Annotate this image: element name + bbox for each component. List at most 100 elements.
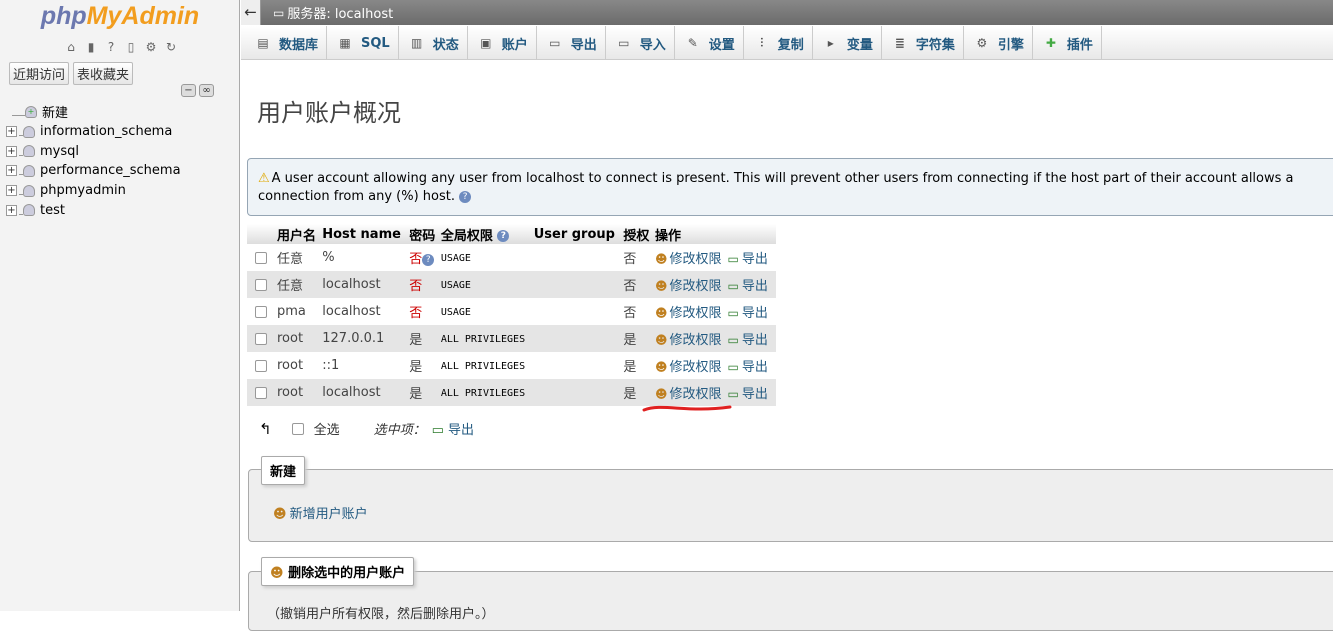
tab-accounts[interactable]: ▣ 账户 [468,26,537,60]
row-checkbox[interactable] [255,305,267,318]
expand-icon[interactable]: + [6,204,17,216]
help-icon[interactable]: ? [459,190,472,203]
help-icon[interactable]: ? [422,253,435,266]
recent-button[interactable]: 近期访问 [9,62,70,85]
settings-icon[interactable]: ⚙ [143,39,159,55]
tab-engines[interactable]: ⚙ 引擎 [964,26,1033,60]
column-header-label: 全局权限 [440,228,493,244]
expand-icon[interactable]: + [6,145,17,157]
privileges-value: ALL PRIVILEGES [440,334,526,345]
select-all-label[interactable]: 全选 [314,419,340,438]
password-cell: 否 [407,298,439,325]
tab-databases[interactable]: ▤ 数据库 [245,26,328,60]
edit-privileges-link[interactable]: ☻ 修改权限 [655,279,722,294]
row-select-cell [247,244,275,271]
link-with-main-icon[interactable]: ∞ [199,84,214,97]
row-checkbox[interactable] [255,359,267,372]
tree-node-database[interactable]: + test [6,200,236,220]
database-icon [23,204,35,217]
tab-sql[interactable]: ▦ SQL [327,26,399,60]
import-icon: ▭ [618,36,630,50]
docs-icon[interactable]: ▯ [123,39,139,55]
action-cell: ☻ 修改权限 ▭ 导出 [652,298,776,325]
edit-privileges-link[interactable]: ☻ 修改权限 [655,252,722,267]
tab-export[interactable]: ▭ 导出 [537,26,606,60]
export-user-link[interactable]: ▭ 导出 [722,333,768,348]
privileges-value: ALL PRIVILEGES [440,361,526,372]
export-icon: ▭ [431,423,444,438]
edit-privileges-label: 修改权限 [669,333,722,348]
server-breadcrumb[interactable]: 服务器: localhost [287,3,393,22]
back-arrow-icon[interactable]: ← [241,0,261,25]
edit-privileges-link[interactable]: ☻ 修改权限 [655,360,722,375]
expand-icon[interactable]: + [6,165,17,177]
expand-icon[interactable]: + [6,185,17,197]
row-select-cell [247,379,275,406]
edit-privileges-link[interactable]: ☻ 修改权限 [655,387,722,402]
home-icon[interactable]: ⌂ [63,39,79,55]
export-user-link[interactable]: ▭ 导出 [722,387,768,402]
tab-import[interactable]: ▭ 导入 [606,26,675,60]
tab-label: 引擎 [997,37,1024,53]
password-cell: 否? [407,244,439,271]
tab-settings[interactable]: ✎ 设置 [675,26,744,60]
column-header-group: User group [531,224,622,244]
export-icon: ▭ [727,252,739,266]
delete-legend-label: 删除选中的用户账户 [288,566,406,581]
row-checkbox[interactable] [255,251,267,264]
tab-label: 导入 [639,37,666,53]
edit-privileges-link[interactable]: ☻ 修改权限 [655,333,722,348]
group-cell [531,271,622,298]
edit-privileges-icon: ☻ [654,279,668,293]
collapse-all-icon[interactable]: − [181,84,196,97]
export-user-link[interactable]: ▭ 导出 [722,252,768,267]
favorites-button[interactable]: 表收藏夹 [73,62,134,85]
privileges-cell: ALL PRIVILEGES [438,352,532,379]
phpmyadmin-logo[interactable]: phpMyAdmin [0,2,240,31]
privileges-value: USAGE [440,307,471,318]
export-user-link[interactable]: ▭ 导出 [722,279,768,294]
help-icon[interactable]: ? [497,230,510,242]
notice-box: ⚠ A user account allowing any user from l… [247,158,1333,216]
password-cell: 是 [407,325,439,352]
row-select-cell [247,325,275,352]
row-checkbox[interactable] [255,332,267,345]
reload-icon[interactable]: ↻ [163,39,179,55]
tree-node-label: information_schema [40,124,173,140]
tree-line [12,115,25,117]
tab-plugins[interactable]: ✚ 插件 [1033,26,1102,60]
expand-icon[interactable]: + [6,126,17,138]
tab-label: 数据库 [279,37,319,53]
export-user-link[interactable]: ▭ 导出 [722,306,768,321]
logout-icon[interactable]: ▮ [83,39,99,55]
add-user-link[interactable]: ☻ 新增用户账户 [273,503,368,522]
edit-privileges-link[interactable]: ☻ 修改权限 [655,306,722,321]
row-checkbox[interactable] [255,386,267,399]
column-header-grant: 授权 [621,224,653,244]
tree-node-new[interactable]: + 新建 [6,102,236,122]
wrench-icon: ✎ [687,36,698,50]
tab-label: 状态 [432,37,459,53]
tree-node-database[interactable]: + phpmyadmin [6,181,236,201]
tab-replication[interactable]: ⫶ 复制 [744,26,813,60]
column-header-privileges: 全局权限 ? [438,224,532,244]
row-checkbox[interactable] [255,278,267,291]
help-icon[interactable]: ? [103,39,119,55]
add-user-label: 新增用户账户 [289,507,368,522]
tree-node-database[interactable]: + information_schema [6,122,236,142]
host-cell: ::1 [320,352,408,379]
select-all-checkbox[interactable] [291,422,304,435]
password-value: 否 [409,252,423,267]
edit-privileges-label: 修改权限 [669,279,722,294]
user-cell: 任意 [275,244,321,271]
table-row: 任意 localhost 否 USAGE 否 ☻ 修改权限 ▭ 导出 [247,271,776,298]
export-selected-link[interactable]: ▭ 导出 [432,419,474,438]
tab-charsets[interactable]: ≣ 字符集 [882,26,964,60]
tree-node-database[interactable]: + mysql [6,141,236,161]
export-user-link[interactable]: ▭ 导出 [722,360,768,375]
tab-status[interactable]: ▥ 状态 [399,26,468,60]
tab-variables[interactable]: ▸ 变量 [813,26,882,60]
export-user-label: 导出 [741,306,768,321]
new-legend: 新建 [261,456,306,485]
tree-node-database[interactable]: + performance_schema [6,161,236,181]
